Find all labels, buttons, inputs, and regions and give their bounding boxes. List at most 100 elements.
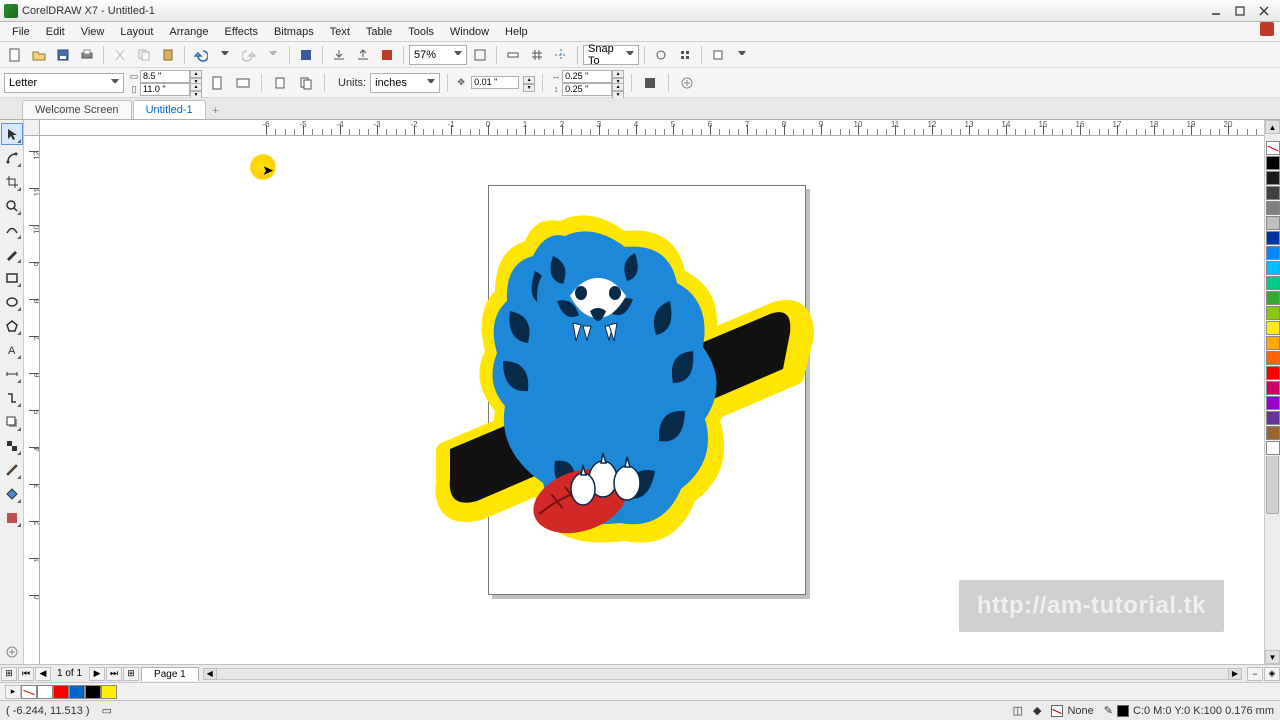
- width-spinner[interactable]: ▲▼: [190, 70, 202, 83]
- tab-welcome-screen[interactable]: Welcome Screen: [22, 100, 132, 119]
- palette-none[interactable]: [1266, 141, 1280, 155]
- palette-swatch[interactable]: [1266, 201, 1280, 215]
- scroll-left-button[interactable]: ◀: [203, 668, 217, 680]
- open-button[interactable]: [28, 44, 50, 66]
- connector-tool[interactable]: [1, 387, 23, 409]
- redo-dropdown[interactable]: [262, 44, 284, 66]
- navigator-button[interactable]: ◈: [1264, 667, 1280, 681]
- menu-effects[interactable]: Effects: [217, 22, 266, 41]
- transparency-tool[interactable]: [1, 435, 23, 457]
- quick-customize-button[interactable]: [676, 72, 698, 94]
- menu-edit[interactable]: Edit: [38, 22, 73, 41]
- fullscreen-preview-button[interactable]: [469, 44, 491, 66]
- menu-layout[interactable]: Layout: [112, 22, 161, 41]
- last-page-button[interactable]: ⏭: [106, 667, 122, 681]
- interactive-fill-tool[interactable]: [1, 483, 23, 505]
- menu-bitmaps[interactable]: Bitmaps: [266, 22, 322, 41]
- doc-palette-swatch[interactable]: [69, 685, 85, 699]
- crop-tool[interactable]: [1, 171, 23, 193]
- new-button[interactable]: [4, 44, 26, 66]
- menu-tools[interactable]: Tools: [400, 22, 442, 41]
- palette-swatch[interactable]: [1266, 171, 1280, 185]
- first-page-button[interactable]: ⏮: [18, 667, 34, 681]
- copy-button[interactable]: [133, 44, 155, 66]
- page-width-input[interactable]: 8.5 ": [140, 70, 190, 83]
- show-guidelines-button[interactable]: [550, 44, 572, 66]
- duplicate-x-input[interactable]: 0.25 ": [562, 70, 612, 83]
- quick-customize-toolbox[interactable]: [1, 641, 23, 663]
- snap-to-select[interactable]: Snap To: [583, 45, 639, 65]
- nudge-spinner[interactable]: ▲▼: [523, 76, 535, 89]
- paper-size-select[interactable]: Letter: [4, 73, 124, 93]
- smart-fill-tool[interactable]: [1, 507, 23, 529]
- nudge-distance-input[interactable]: 0.01 ": [471, 76, 519, 89]
- add-tab-button[interactable]: +: [207, 103, 225, 119]
- palette-swatch[interactable]: [1266, 381, 1280, 395]
- drawing-canvas[interactable]: ➤ TIGERS TENNESSEE VALLEY: [40, 136, 1264, 664]
- portrait-button[interactable]: [206, 72, 228, 94]
- redo-button[interactable]: [238, 44, 260, 66]
- shape-tool[interactable]: [1, 147, 23, 169]
- dup-y-spinner[interactable]: ▲▼: [612, 83, 624, 96]
- launch-button[interactable]: [707, 44, 729, 66]
- palette-swatch[interactable]: [1266, 441, 1280, 455]
- palette-swatch[interactable]: [1266, 321, 1280, 335]
- add-page-after-button[interactable]: ⊞: [123, 667, 139, 681]
- undo-button[interactable]: [190, 44, 212, 66]
- palette-swatch[interactable]: [1266, 246, 1280, 260]
- palette-swatch[interactable]: [1266, 306, 1280, 320]
- close-button[interactable]: [1252, 3, 1276, 19]
- palette-swatch[interactable]: [1266, 216, 1280, 230]
- doc-palette-swatch[interactable]: [53, 685, 69, 699]
- zoom-tool[interactable]: [1, 195, 23, 217]
- menu-table[interactable]: Table: [358, 22, 400, 41]
- scroll-right-button[interactable]: ▶: [1228, 668, 1242, 680]
- dup-x-spinner[interactable]: ▲▼: [612, 70, 624, 83]
- doc-palette-none[interactable]: [21, 685, 37, 699]
- cut-button[interactable]: [109, 44, 131, 66]
- tab-untitled-1[interactable]: Untitled-1: [133, 100, 206, 119]
- palette-swatch[interactable]: [1266, 231, 1280, 245]
- add-page-button[interactable]: ⊞: [1, 667, 17, 681]
- zoom-out-nav[interactable]: −: [1247, 667, 1263, 681]
- app-launcher-button[interactable]: [674, 44, 696, 66]
- menu-view[interactable]: View: [73, 22, 113, 41]
- help-shortcut-icon[interactable]: [1260, 22, 1274, 36]
- menu-window[interactable]: Window: [442, 22, 497, 41]
- palette-swatch[interactable]: [1266, 351, 1280, 365]
- publish-pdf-button[interactable]: [376, 44, 398, 66]
- units-select[interactable]: inches: [370, 73, 440, 93]
- show-grid-button[interactable]: [526, 44, 548, 66]
- palette-swatch[interactable]: [1266, 411, 1280, 425]
- parallel-dimension-tool[interactable]: [1, 363, 23, 385]
- treat-as-filled-button[interactable]: [639, 72, 661, 94]
- minimize-button[interactable]: [1204, 3, 1228, 19]
- paste-button[interactable]: [157, 44, 179, 66]
- current-page-button[interactable]: [269, 72, 291, 94]
- menu-arrange[interactable]: Arrange: [161, 22, 216, 41]
- launch-dropdown[interactable]: [731, 44, 753, 66]
- doc-palette-swatch[interactable]: [101, 685, 117, 699]
- doc-palette-swatch[interactable]: [85, 685, 101, 699]
- color-eyedropper-tool[interactable]: [1, 459, 23, 481]
- prev-page-button[interactable]: ◀: [35, 667, 51, 681]
- options-button[interactable]: [650, 44, 672, 66]
- menu-text[interactable]: Text: [322, 22, 358, 41]
- page-height-input[interactable]: 11.0 ": [140, 83, 190, 96]
- doc-palette-menu[interactable]: ▸: [5, 685, 21, 699]
- palette-swatch[interactable]: [1266, 261, 1280, 275]
- rectangle-tool[interactable]: [1, 267, 23, 289]
- duplicate-y-input[interactable]: 0.25 ": [562, 83, 612, 96]
- scroll-up-button[interactable]: ▲: [1265, 120, 1280, 134]
- artistic-media-tool[interactable]: [1, 243, 23, 265]
- print-button[interactable]: [76, 44, 98, 66]
- show-rulers-button[interactable]: [502, 44, 524, 66]
- drop-shadow-tool[interactable]: [1, 411, 23, 433]
- palette-swatch[interactable]: [1266, 276, 1280, 290]
- palette-swatch[interactable]: [1266, 336, 1280, 350]
- next-page-button[interactable]: ▶: [89, 667, 105, 681]
- search-content-button[interactable]: [295, 44, 317, 66]
- scroll-down-button[interactable]: ▼: [1265, 650, 1280, 664]
- ruler-origin[interactable]: [24, 120, 40, 136]
- height-spinner[interactable]: ▲▼: [190, 83, 202, 96]
